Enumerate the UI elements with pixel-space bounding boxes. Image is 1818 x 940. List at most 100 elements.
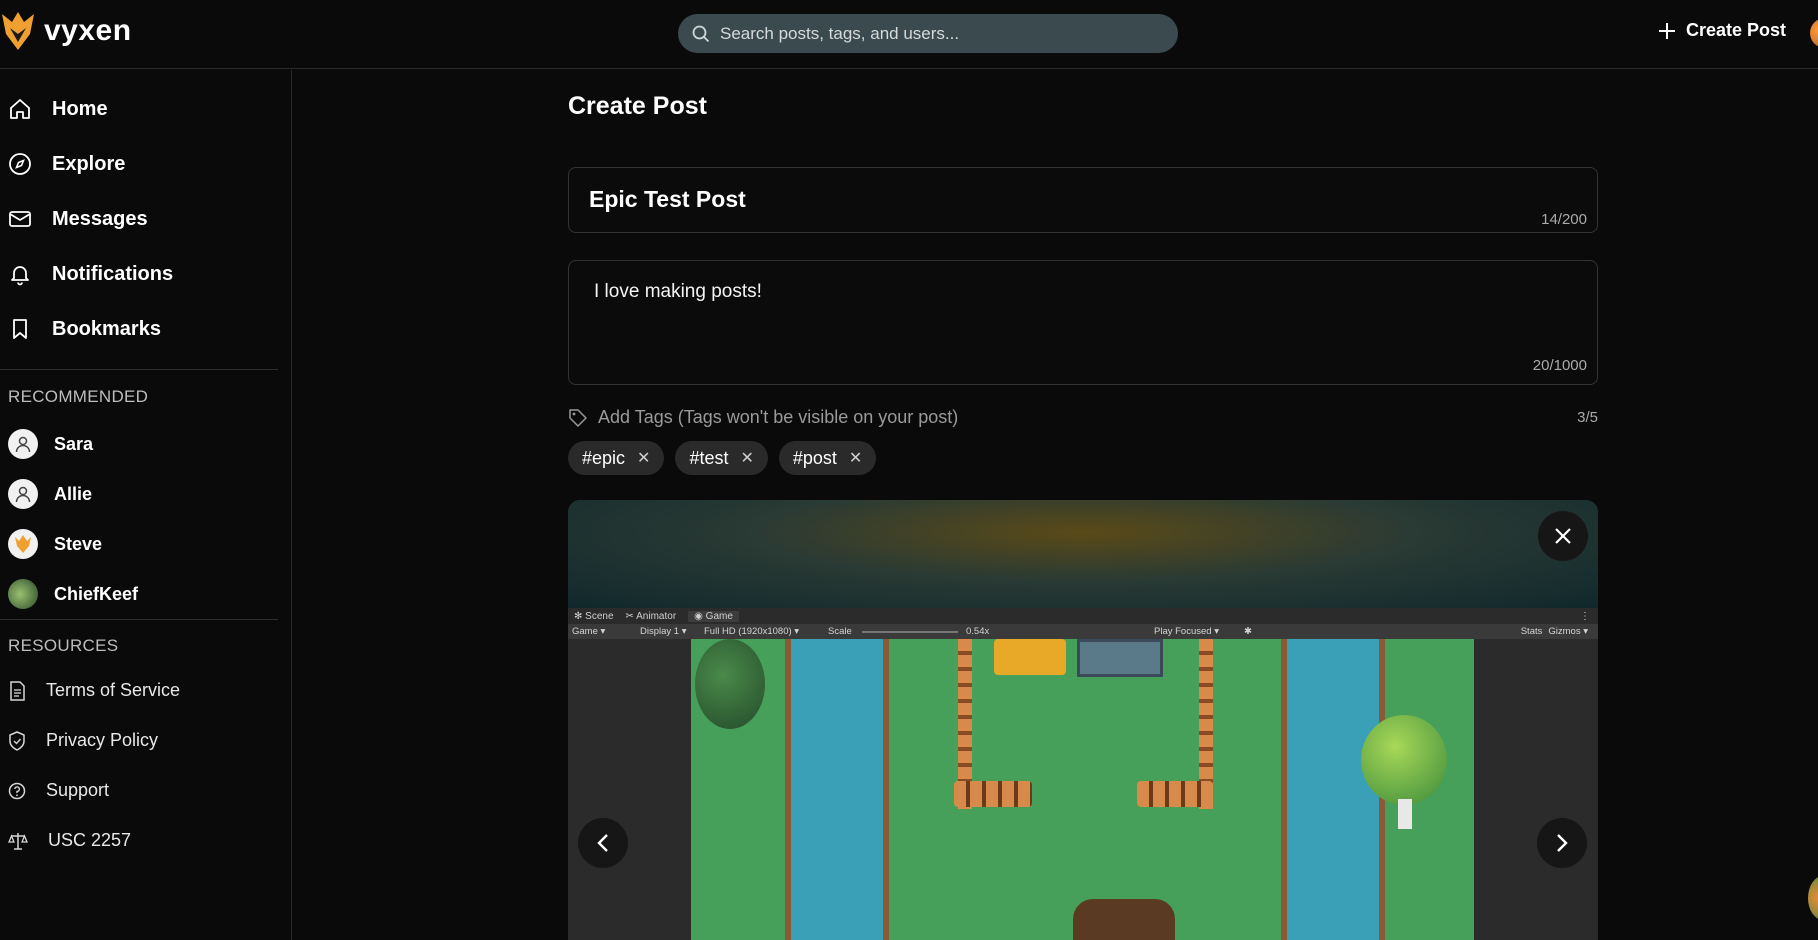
sidebar-item-home[interactable]: Home [0, 97, 108, 121]
fence-bottom-right [1137, 781, 1213, 807]
sidebar-item-label: Explore [52, 152, 126, 175]
recommended-user-sara[interactable]: Sara [8, 429, 93, 459]
fence-bottom-left [954, 781, 1032, 807]
unity-scale-slider [862, 630, 958, 633]
create-post-button[interactable]: Create Post [1658, 20, 1786, 41]
unity-resolution-dropdown: Full HD (1920x1080) ▾ [704, 626, 800, 637]
search-bar[interactable] [678, 14, 1178, 53]
scale-icon [8, 832, 28, 850]
recommended-user-name: ChiefKeef [54, 583, 139, 604]
fox-logo-icon [2, 12, 34, 50]
unity-bug-icon: ✱ [1244, 626, 1252, 637]
unity-tab-animator: ✂ Animator [625, 610, 677, 622]
avatar [8, 529, 38, 559]
resource-support[interactable]: Support [8, 780, 109, 801]
unity-display-dropdown: Display 1 ▾ [640, 626, 687, 637]
unity-scale-label: Scale [828, 626, 852, 637]
user-avatar[interactable] [1810, 18, 1818, 48]
river-right [1281, 639, 1385, 940]
post-body-input[interactable]: I love making posts! [594, 281, 762, 303]
unity-play-mode-dropdown: Play Focused ▾ [1154, 626, 1219, 637]
mail-icon [9, 211, 31, 227]
remove-tag-icon[interactable]: ✕ [740, 448, 753, 468]
tags-counter: 3/5 [1577, 409, 1598, 426]
sidebar-item-bookmarks[interactable]: Bookmarks [0, 317, 161, 341]
shield-icon [9, 730, 25, 751]
unity-scale-value: 0.54x [966, 626, 990, 637]
resource-usc-2257[interactable]: USC 2257 [8, 830, 131, 851]
sidebar-item-explore[interactable]: Explore [0, 152, 125, 176]
body-char-counter: 20/1000 [1532, 357, 1587, 374]
recommended-user-name: Allie [54, 483, 93, 504]
fox-avatar-icon [15, 535, 31, 553]
avatar [8, 479, 38, 509]
sidebar-divider [0, 369, 278, 370]
floating-widget[interactable] [1808, 876, 1818, 920]
brand-name: vyxen [44, 14, 132, 47]
recommended-user-chiefkeef[interactable]: ChiefKeef [8, 579, 138, 609]
dirt-patch [1073, 899, 1175, 940]
title-char-counter: 14/200 [1541, 211, 1587, 228]
tag-chip: #test ✕ [675, 441, 768, 475]
chevron-right-icon [1557, 834, 1568, 852]
resource-label: Terms of Service [46, 680, 181, 700]
sidebar-item-label: Messages [52, 207, 148, 230]
resource-label: USC 2257 [48, 830, 132, 850]
sidebar-item-label: Bookmarks [52, 317, 161, 340]
media-blur-background [568, 500, 1598, 608]
unity-editor-tabs: ✻ Scene ✂ Animator ◉ Game ⋮ [568, 608, 1598, 624]
tag-chip-label: #epic [582, 447, 626, 468]
sidebar: Home Explore Messages Notifications Book… [0, 70, 292, 940]
unity-tab-game: ◉ Game [688, 610, 739, 622]
tree-dark [695, 639, 765, 729]
tag-chip-label: #test [689, 447, 729, 468]
tag-chips: #epic ✕ #test ✕ #post ✕ [568, 441, 877, 475]
recommended-user-steve[interactable]: Steve [8, 529, 102, 559]
remove-tag-icon[interactable]: ✕ [849, 448, 862, 468]
recommended-user-name: Sara [54, 433, 94, 454]
hay-bale [994, 639, 1066, 675]
resource-terms-of-service[interactable]: Terms of Service [8, 680, 180, 701]
previous-media-button[interactable] [578, 818, 628, 868]
help-circle-icon [8, 782, 26, 799]
post-title-input[interactable]: Epic Test Post [589, 186, 746, 213]
avatar [8, 579, 38, 609]
next-media-button[interactable] [1537, 818, 1587, 868]
home-icon [10, 99, 30, 119]
resource-label: Support [46, 780, 110, 800]
unity-stats-label: Stats [1520, 626, 1543, 637]
brand-logo[interactable]: vyxen [0, 8, 132, 54]
recommended-user-allie[interactable]: Allie [8, 479, 92, 509]
unity-gizmos-label: Gizmos ▾ [1548, 626, 1588, 637]
sidebar-item-label: Notifications [52, 262, 174, 285]
page-title: Create Post [568, 92, 707, 120]
game-screenshot [568, 639, 1598, 940]
document-icon [10, 680, 25, 701]
unity-more-icon: ⋮ [1580, 610, 1590, 622]
water-trough [1077, 639, 1163, 677]
tree-light [1361, 715, 1447, 805]
plus-icon [1659, 22, 1675, 39]
tags-input-row[interactable]: Add Tags (Tags won't be visible on your … [568, 407, 1598, 428]
tags-placeholder[interactable]: Add Tags (Tags won't be visible on your … [598, 407, 958, 428]
search-input[interactable] [720, 23, 1160, 44]
tree-trunk [1398, 799, 1412, 829]
post-body-field[interactable]: I love making posts! 20/1000 [568, 260, 1598, 385]
resources-heading: RESOURCES [8, 636, 119, 655]
resource-privacy-policy[interactable]: Privacy Policy [8, 730, 158, 751]
media-preview: ✻ Scene ✂ Animator ◉ Game ⋮ Game ▾ Displ… [568, 500, 1598, 940]
unity-tab-scene: ✻ Scene [574, 610, 614, 622]
unity-view-dropdown: Game ▾ [572, 626, 606, 637]
top-bar: vyxen Create Post [0, 0, 1818, 69]
sidebar-item-notifications[interactable]: Notifications [0, 262, 173, 286]
post-title-field[interactable]: Epic Test Post 14/200 [568, 167, 1598, 233]
compass-icon [9, 153, 31, 175]
sidebar-item-messages[interactable]: Messages [0, 207, 148, 231]
close-icon [1555, 528, 1571, 544]
remove-tag-icon[interactable]: ✕ [637, 448, 650, 468]
sidebar-item-label: Home [52, 97, 108, 120]
tag-chip: #epic ✕ [568, 441, 665, 475]
tag-icon [569, 408, 587, 427]
remove-media-button[interactable] [1538, 511, 1588, 561]
search-icon [692, 25, 710, 42]
